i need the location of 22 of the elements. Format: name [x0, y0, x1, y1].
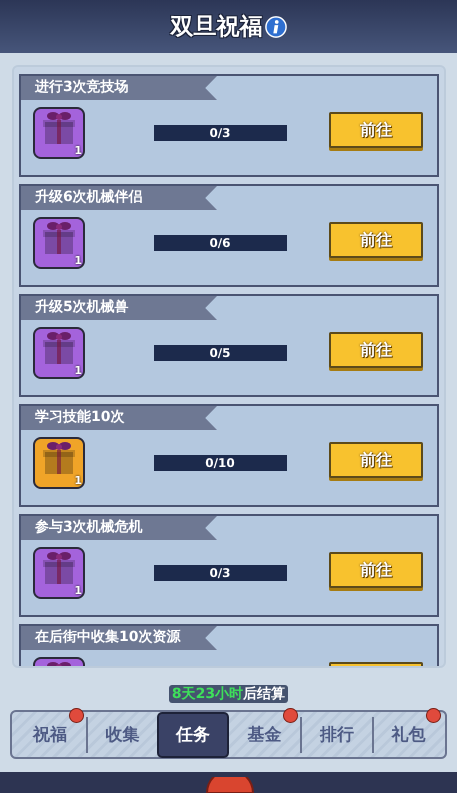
gift-item[interactable]: 1	[33, 107, 85, 159]
gift-item[interactable]: 1	[33, 327, 85, 379]
gift-item[interactable]: 1	[33, 217, 85, 269]
task-title: 升级6次机械伴侣	[21, 186, 217, 210]
item-count: 1	[74, 585, 82, 597]
item-count: 1	[74, 145, 82, 157]
gift-item[interactable]: 1	[33, 547, 85, 599]
item-count: 1	[74, 255, 82, 267]
task-title: 进行3次竞技场	[21, 76, 217, 100]
tab[interactable]: 祝福	[14, 714, 86, 754]
gift-item[interactable]: 1	[33, 437, 85, 489]
tab[interactable]: 排行	[300, 716, 372, 752]
item-count: 1	[74, 365, 82, 377]
task-title: 升级5次机械兽	[21, 296, 217, 320]
tab[interactable]: 任务	[157, 712, 228, 758]
task-title: 参与3次机械危机	[21, 516, 217, 540]
window-title: 双旦祝福	[170, 13, 262, 42]
tab[interactable]: 基金	[228, 714, 300, 754]
countdown-text: 8天23小时后结算	[168, 685, 288, 703]
task-title: 在后街中收集10次资源	[21, 626, 217, 650]
task-title: 学习技能10次	[21, 406, 217, 430]
item-count: 1	[74, 475, 82, 487]
